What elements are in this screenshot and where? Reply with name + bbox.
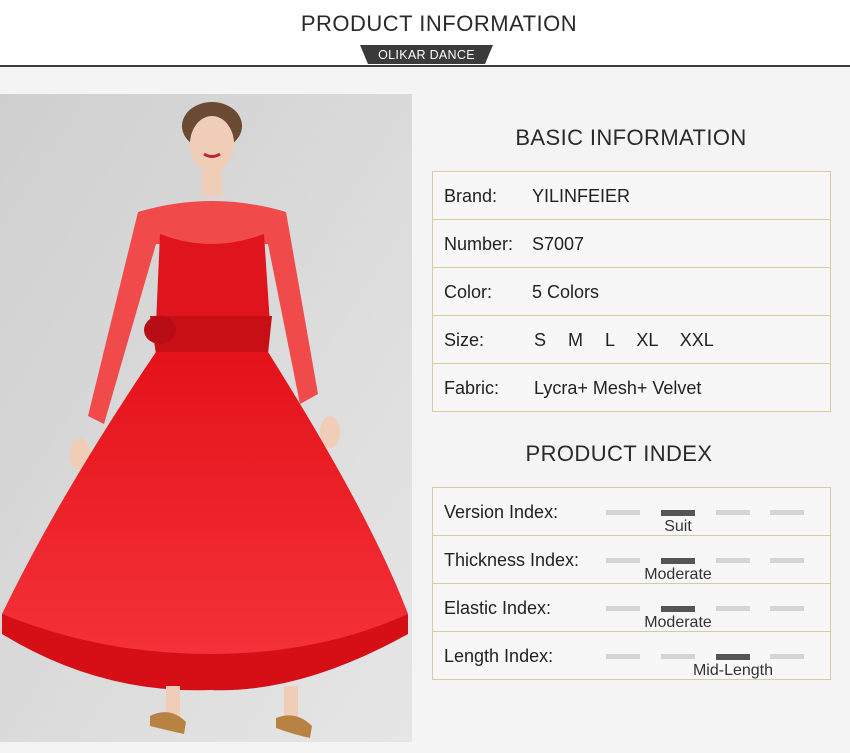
fabric-value: Lycra+ Mesh+ Velvet <box>534 378 702 398</box>
scale-segment <box>716 654 750 660</box>
scale-segment <box>606 510 640 515</box>
scale-segment <box>661 654 695 659</box>
product-photo <box>0 94 412 742</box>
basic-row-fabric: Fabric: Lycra+ Mesh+ Velvet <box>433 364 830 411</box>
page-header: PRODUCT INFORMATION OLIKAR DANCE <box>0 0 850 67</box>
length-index-label: Length Index: <box>444 646 554 666</box>
elastic-index-label: Elastic Index: <box>444 598 552 618</box>
scale-segment <box>770 654 804 659</box>
scale-segment <box>770 558 804 563</box>
product-index-title: PRODUCT INDEX <box>525 441 713 466</box>
scale-segment <box>606 606 640 611</box>
scale-segment <box>770 606 804 611</box>
basic-row-size: Size: S M L XL XXL <box>433 316 830 364</box>
fabric-label: Fabric: <box>444 378 500 398</box>
scale-segment <box>716 558 750 563</box>
scale-segment <box>716 510 750 515</box>
index-row-version: Version Index: Suit <box>433 488 830 536</box>
length-index-level: Mid-Length <box>692 662 774 679</box>
brand-label: Brand: <box>444 186 498 206</box>
scale-segment <box>770 510 804 515</box>
index-row-thickness: Thickness Index: Moderate <box>433 536 830 584</box>
basic-info-table: Brand: YILINFEIER Number: S7007 Color: 5… <box>432 171 831 412</box>
thickness-index-level: Moderate <box>644 566 712 583</box>
elastic-index-scale <box>606 606 804 612</box>
brand-badge: OLIKAR DANCE <box>360 45 493 64</box>
scale-segment <box>606 558 640 563</box>
content-area: BASIC INFORMATION Brand: YILINFEIER Numb… <box>0 67 850 753</box>
index-row-length: Length Index: Mid-Length <box>433 632 830 679</box>
basic-row-color: Color: 5 Colors <box>433 268 830 316</box>
scale-segment <box>606 654 640 659</box>
brand-value: YILINFEIER <box>532 186 631 206</box>
basic-row-number: Number: S7007 <box>433 220 830 268</box>
scale-segment <box>661 510 695 516</box>
product-index-table: Version Index: Suit Thickness Index: Mod… <box>432 487 831 680</box>
version-index-scale <box>606 510 804 516</box>
length-index-scale <box>606 654 804 660</box>
version-index-level: Suit <box>664 518 692 535</box>
size-value: S M L XL XXL <box>534 330 714 350</box>
size-label: Size: <box>444 330 485 350</box>
basic-info-title: BASIC INFORMATION <box>515 125 747 150</box>
scale-segment <box>716 606 750 611</box>
version-index-label: Version Index: <box>444 502 559 522</box>
scale-segment <box>661 606 695 612</box>
number-label: Number: <box>444 234 514 254</box>
elastic-index-level: Moderate <box>644 614 712 631</box>
thickness-index-label: Thickness Index: <box>444 550 580 570</box>
index-row-elastic: Elastic Index: Moderate <box>433 584 830 632</box>
thickness-index-scale <box>606 558 804 564</box>
dress-illustration <box>0 94 412 742</box>
number-value: S7007 <box>532 234 585 254</box>
page-title: PRODUCT INFORMATION <box>300 11 578 36</box>
color-value: 5 Colors <box>532 282 600 302</box>
basic-row-brand: Brand: YILINFEIER <box>433 172 830 220</box>
color-label: Color: <box>444 282 493 302</box>
scale-segment <box>661 558 695 564</box>
